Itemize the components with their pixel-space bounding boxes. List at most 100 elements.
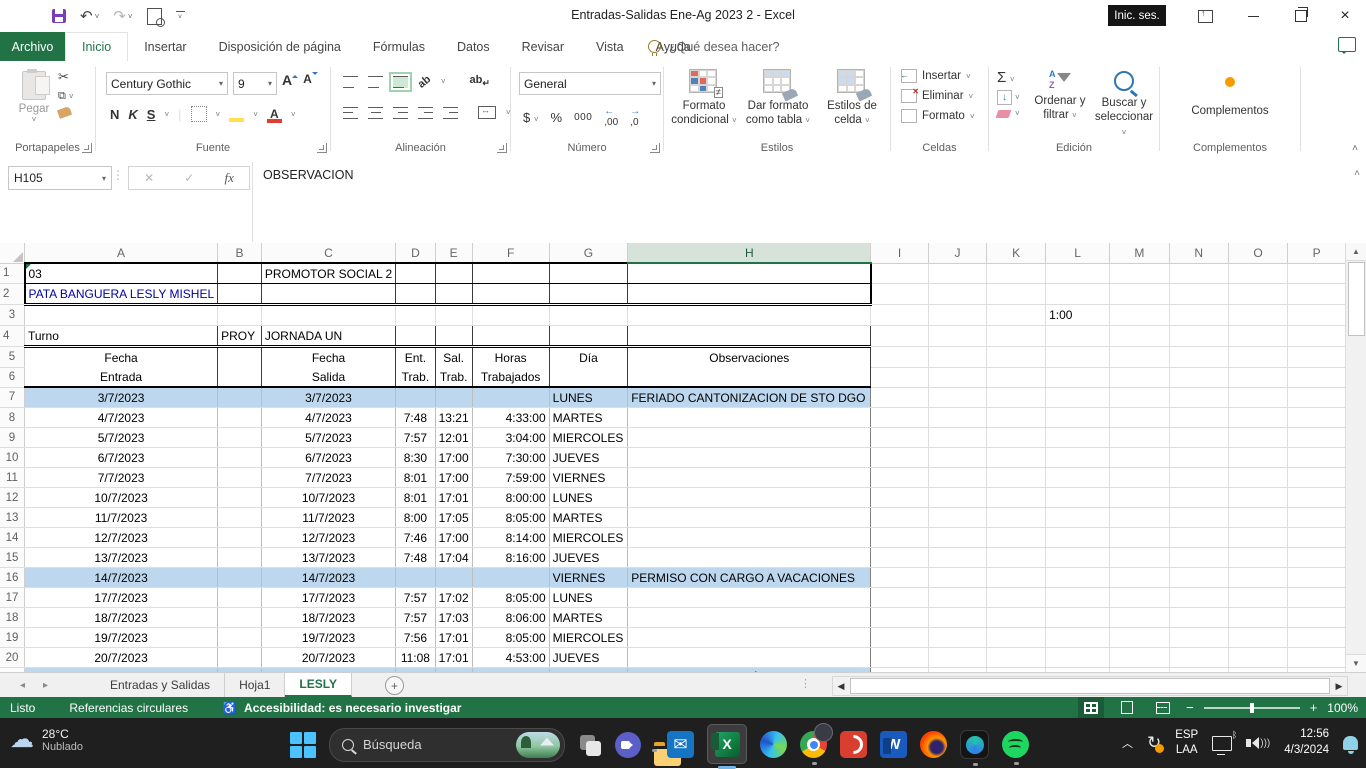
cell-N1[interactable] <box>1169 263 1228 284</box>
cell-N19[interactable] <box>1169 628 1228 648</box>
row-header-5[interactable]: 5 <box>0 347 25 368</box>
cell-H18[interactable] <box>628 608 871 628</box>
cell-I12[interactable] <box>871 488 928 508</box>
borders-icon[interactable] <box>191 106 207 122</box>
cell-E19[interactable]: 17:01 <box>435 628 472 648</box>
cell-J2[interactable] <box>928 284 986 305</box>
bold-button[interactable]: N <box>110 107 119 122</box>
zoom-out-icon[interactable]: − <box>1186 700 1194 715</box>
cell-C13[interactable]: 11/7/2023 <box>261 508 395 528</box>
cell-D20[interactable]: 11:08 <box>396 648 435 668</box>
cell-C7[interactable]: 3/7/2023 <box>261 387 395 408</box>
cancel-icon[interactable]: ✕ <box>144 171 154 185</box>
cell-D3[interactable] <box>396 305 435 326</box>
cell-N13[interactable] <box>1169 508 1228 528</box>
cell-B1[interactable] <box>218 263 262 284</box>
cell-C9[interactable]: 5/7/2023 <box>261 428 395 448</box>
cell-N20[interactable] <box>1169 648 1228 668</box>
cell-D9[interactable]: 7:57 <box>396 428 435 448</box>
horizontal-scroll-thumb[interactable] <box>850 678 1330 694</box>
cell-A10[interactable]: 6/7/2023 <box>25 448 218 468</box>
cell-P5[interactable] <box>1288 347 1346 368</box>
row-header-16[interactable]: 16 <box>0 568 25 588</box>
cell-D10[interactable]: 8:30 <box>396 448 435 468</box>
cell-C6[interactable]: Salida <box>261 367 395 387</box>
paste-button[interactable]: Pegar ˅ <box>14 71 54 124</box>
cell-E15[interactable]: 17:04 <box>435 548 472 568</box>
cell-K14[interactable] <box>987 528 1046 548</box>
column-header-G[interactable]: G <box>549 243 628 263</box>
cell-K1[interactable] <box>987 263 1046 284</box>
cell-I10[interactable] <box>871 448 928 468</box>
cell-A8[interactable]: 4/7/2023 <box>25 408 218 428</box>
cell-H17[interactable] <box>628 588 871 608</box>
cell-A20[interactable]: 20/7/2023 <box>25 648 218 668</box>
column-header-K[interactable]: K <box>987 243 1046 263</box>
cell-B16[interactable] <box>218 568 262 588</box>
cell-E1[interactable] <box>435 263 472 284</box>
decrease-indent-icon[interactable] <box>418 107 433 119</box>
cell-N6[interactable] <box>1169 367 1228 387</box>
cell-K15[interactable] <box>987 548 1046 568</box>
cell-L6[interactable] <box>1046 367 1110 387</box>
cell-I2[interactable] <box>871 284 928 305</box>
align-left-icon[interactable] <box>343 107 358 119</box>
cell-D7[interactable] <box>396 387 435 408</box>
cell-H8[interactable] <box>628 408 871 428</box>
hidden-icons-chevron[interactable]: ︿ <box>1122 735 1133 751</box>
cell-N16[interactable] <box>1169 568 1228 588</box>
fill-color-icon[interactable] <box>229 107 244 122</box>
cell-C16[interactable]: 14/7/2023 <box>261 568 395 588</box>
cell-F20[interactable]: 4:53:00 <box>472 648 549 668</box>
cell-A9[interactable]: 5/7/2023 <box>25 428 218 448</box>
cell-A17[interactable]: 17/7/2023 <box>25 588 218 608</box>
row-header-18[interactable]: 18 <box>0 608 25 628</box>
cell-J7[interactable] <box>928 387 986 408</box>
cell-M19[interactable] <box>1110 628 1170 648</box>
cell-O9[interactable] <box>1228 428 1287 448</box>
chrome-icon[interactable] <box>800 731 827 758</box>
cell-M12[interactable] <box>1110 488 1170 508</box>
row-header-13[interactable]: 13 <box>0 508 25 528</box>
cell-C20[interactable]: 20/7/2023 <box>261 648 395 668</box>
scroll-left-icon[interactable]: ◀ <box>833 681 849 692</box>
sheet-nav-left-icon[interactable]: ◂ <box>20 680 25 691</box>
cell-H4[interactable] <box>628 326 871 347</box>
cell-G14[interactable]: MIERCOLES <box>549 528 628 548</box>
sheet-tab-lesly[interactable]: LESLY <box>285 673 352 697</box>
cell-C19[interactable]: 19/7/2023 <box>261 628 395 648</box>
decrease-decimal-icon[interactable]: →,0 <box>630 106 640 128</box>
row-header-17[interactable]: 17 <box>0 588 25 608</box>
cell-F12[interactable]: 8:00:00 <box>472 488 549 508</box>
horizontal-scrollbar[interactable]: ◀ ▶ <box>832 676 1348 696</box>
search-box[interactable]: Búsqueda <box>329 728 565 762</box>
cell-L18[interactable] <box>1046 608 1110 628</box>
cell-A12[interactable]: 10/7/2023 <box>25 488 218 508</box>
cell-N15[interactable] <box>1169 548 1228 568</box>
cell-F19[interactable]: 8:05:00 <box>472 628 549 648</box>
sheet-tab-hoja1[interactable]: Hoja1 <box>225 673 285 697</box>
cell-F10[interactable]: 7:30:00 <box>472 448 549 468</box>
align-bottom-icon[interactable] <box>393 76 408 88</box>
firefox-icon[interactable] <box>920 731 947 758</box>
cell-L16[interactable] <box>1046 568 1110 588</box>
cell-M6[interactable] <box>1110 367 1170 387</box>
cell-C8[interactable]: 4/7/2023 <box>261 408 395 428</box>
tab-scroll-splitter[interactable]: ⋮ <box>800 677 812 690</box>
sheet-tab-entradas[interactable]: Entradas y Salidas <box>96 673 225 697</box>
cell-N7[interactable] <box>1169 387 1228 408</box>
cell-A15[interactable]: 13/7/2023 <box>25 548 218 568</box>
cell-D19[interactable]: 7:56 <box>396 628 435 648</box>
delete-cells-button[interactable]: Eliminar˅ <box>901 89 975 103</box>
cell-J16[interactable] <box>928 568 986 588</box>
percent-icon[interactable]: % <box>551 110 563 125</box>
cell-N5[interactable] <box>1169 347 1228 368</box>
normal-view-icon[interactable] <box>1078 697 1104 718</box>
cell-P2[interactable] <box>1288 284 1346 305</box>
cell-B15[interactable] <box>218 548 262 568</box>
cell-E12[interactable]: 17:01 <box>435 488 472 508</box>
cell-D17[interactable]: 7:57 <box>396 588 435 608</box>
column-header-B[interactable]: B <box>218 243 262 263</box>
cell-I8[interactable] <box>871 408 928 428</box>
zoom-level[interactable]: 100% <box>1327 701 1358 715</box>
